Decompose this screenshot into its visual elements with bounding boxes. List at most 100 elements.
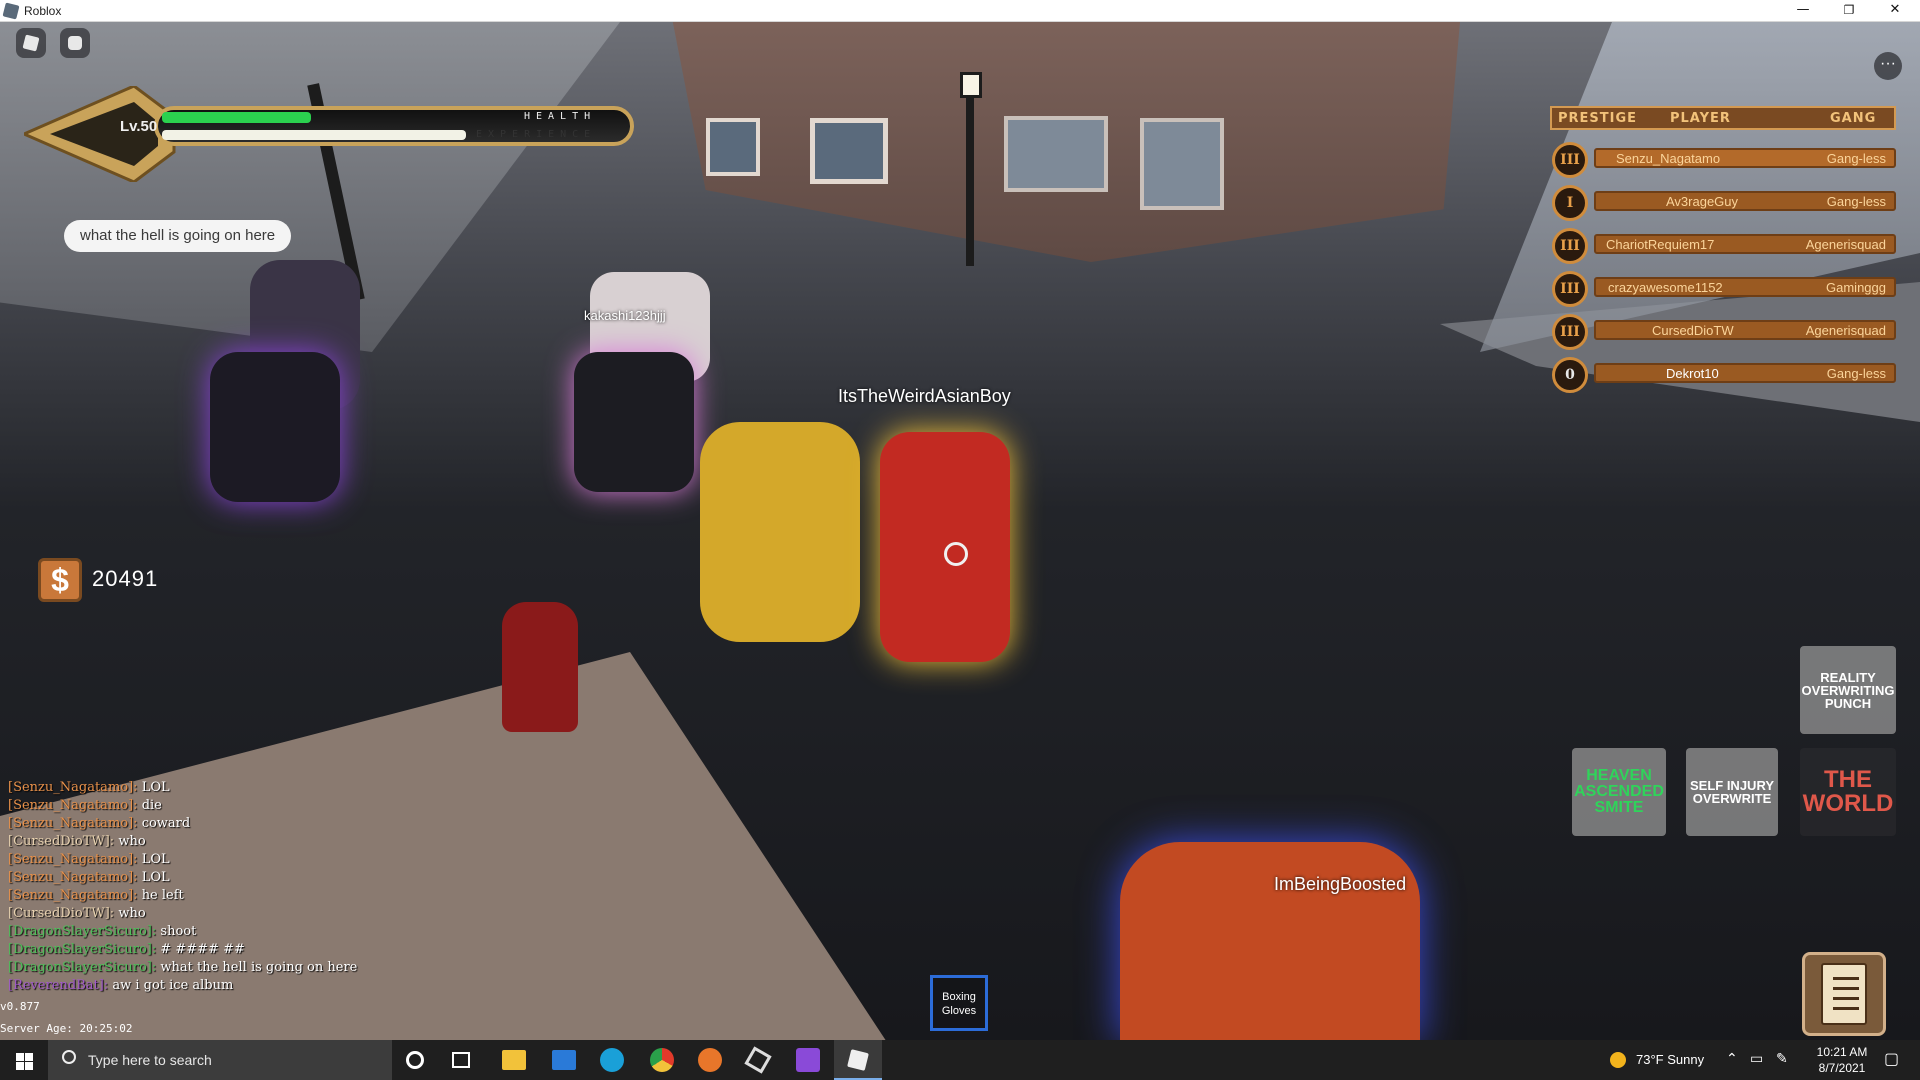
chat-speaker: [Senzu_Nagatamo]: bbox=[8, 780, 138, 795]
close-button[interactable]: ✕ bbox=[1872, 0, 1918, 22]
mail-icon[interactable] bbox=[552, 1050, 576, 1070]
ability-label: THE WORLD bbox=[1802, 766, 1894, 817]
roblox-logo-icon bbox=[2, 2, 20, 20]
leaderboard-bar: Senzu_Nagatamo Gang-less bbox=[1594, 148, 1896, 168]
prestige-badge-icon: 0 bbox=[1552, 357, 1588, 393]
chat-line: [Senzu_Nagatamo]: die bbox=[8, 798, 428, 816]
player-nametag: ImBeingBoosted bbox=[1274, 874, 1407, 894]
roblox-logo-icon bbox=[22, 34, 40, 52]
money-value: 20491 bbox=[92, 566, 159, 591]
chat-speaker: [DragonSlayerSicuro]: bbox=[8, 960, 157, 975]
inventory-slot-boxing-gloves[interactable]: Boxing Gloves bbox=[930, 975, 988, 1031]
chat-line: [CursedDioTW]: who bbox=[8, 906, 428, 924]
chat-message: # #### ## bbox=[160, 942, 245, 957]
player-nametag: ItsTheWeirdAsianBoy bbox=[838, 386, 1011, 406]
edge-icon[interactable] bbox=[600, 1048, 624, 1072]
more-options-button[interactable]: ··· bbox=[1874, 52, 1902, 80]
chat-speaker: [Senzu_Nagatamo]: bbox=[8, 852, 138, 867]
roblox-menu-button[interactable] bbox=[16, 28, 46, 58]
player-name: Av3rageGuy bbox=[1666, 194, 1739, 209]
player-character-kakashi bbox=[574, 352, 694, 492]
chat-line: [DragonSlayerSicuro]: shoot bbox=[8, 924, 428, 942]
inventory-item-label: Boxing Gloves bbox=[941, 991, 977, 1017]
street-lamp-post bbox=[966, 84, 974, 266]
minimize-button[interactable]: — bbox=[1780, 0, 1826, 22]
chevron-up-icon[interactable]: ⌃ bbox=[1726, 1051, 1738, 1067]
chat-message: who bbox=[118, 834, 146, 849]
leaderboard-row[interactable]: 0 Dekrot10 Gang-less bbox=[1552, 357, 1896, 393]
prestige-badge-icon: III bbox=[1552, 314, 1588, 350]
game-viewport[interactable]: ··· HEALTH EXPERIENCE Lv.50 what the hel… bbox=[0, 22, 1920, 1040]
quest-menu-button[interactable] bbox=[1802, 952, 1886, 1036]
file-explorer-icon[interactable] bbox=[502, 1050, 526, 1070]
window-4 bbox=[1140, 118, 1224, 210]
chat-line: [ReverendBat]: aw i got ice album bbox=[8, 978, 428, 996]
roblox-logo-icon bbox=[847, 1049, 869, 1071]
experience-fill bbox=[162, 130, 466, 140]
stand-golden bbox=[700, 422, 860, 642]
pen-icon[interactable]: ✎ bbox=[1776, 1051, 1788, 1067]
weather-sun-icon bbox=[1610, 1052, 1626, 1068]
maximize-button[interactable]: ❐ bbox=[1826, 0, 1872, 22]
unity-icon[interactable] bbox=[744, 1046, 772, 1074]
task-view-icon[interactable] bbox=[452, 1052, 470, 1068]
leaderboard-row[interactable]: III Senzu_Nagatamo Gang-less bbox=[1552, 142, 1896, 178]
taskbar-search[interactable]: Type here to search bbox=[48, 1040, 392, 1080]
ability-self-injury-overwrite-button[interactable]: SELF INJURY OVERWRITE bbox=[1686, 748, 1778, 836]
search-icon bbox=[62, 1050, 76, 1064]
window-title-bar: Roblox — ❐ ✕ bbox=[0, 0, 1920, 22]
health-label: HEALTH bbox=[524, 111, 597, 122]
cortana-icon[interactable] bbox=[406, 1051, 424, 1069]
gang-name: Agenerisquad bbox=[1805, 323, 1886, 338]
ability-label: HEAVEN ASCENDED SMITE bbox=[1574, 767, 1664, 816]
leaderboard-row[interactable]: III ChariotRequiem17 Agenerisquad bbox=[1552, 228, 1896, 264]
blender-icon[interactable] bbox=[698, 1048, 722, 1072]
chat-message: LOL bbox=[141, 852, 170, 867]
header-prestige: PRESTIGE bbox=[1558, 111, 1638, 126]
chat-toggle-button[interactable] bbox=[60, 28, 90, 58]
document-icon bbox=[1821, 963, 1867, 1025]
prestige-badge-icon: III bbox=[1552, 271, 1588, 307]
start-button[interactable] bbox=[0, 1040, 48, 1080]
leaderboard-bar: crazyawesome1152 Gaminggg bbox=[1594, 277, 1896, 297]
chat-message: coward bbox=[141, 816, 191, 831]
chat-line: [DragonSlayerSicuro]: what the hell is g… bbox=[8, 960, 428, 978]
prestige-badge-icon: I bbox=[1552, 185, 1588, 221]
taskbar-clock[interactable]: 10:21 AM 8/7/2021 bbox=[1806, 1044, 1878, 1076]
player-name: CursedDioTW bbox=[1652, 323, 1734, 338]
player-name: Senzu_Nagatamo bbox=[1616, 151, 1721, 166]
chat-speaker: [DragonSlayerSicuro]: bbox=[8, 924, 157, 939]
chrome-icon[interactable] bbox=[650, 1048, 674, 1072]
chat-speaker: [Senzu_Nagatamo]: bbox=[8, 816, 138, 831]
chat-message: what the hell is going on here bbox=[160, 960, 358, 975]
chat-message: LOL bbox=[141, 780, 170, 795]
leaderboard-row[interactable]: I Av3rageGuy Gang-less bbox=[1552, 185, 1896, 221]
clock-date: 8/7/2021 bbox=[1818, 1061, 1866, 1075]
chat-speaker: [Senzu_Nagatamo]: bbox=[8, 798, 138, 813]
ability-reality-overwriting-punch-button[interactable]: REALITY OVERWRITING PUNCH bbox=[1800, 646, 1896, 734]
weather-text[interactable]: 73°F Sunny bbox=[1636, 1052, 1704, 1067]
ability-the-world-button[interactable]: THE WORLD bbox=[1800, 748, 1896, 836]
chat-message: die bbox=[141, 798, 162, 813]
player-character-boosted bbox=[1120, 842, 1420, 1040]
chat-line: [CursedDioTW]: who bbox=[8, 834, 428, 852]
chat-message: shoot bbox=[160, 924, 197, 939]
visual-studio-icon[interactable] bbox=[796, 1048, 820, 1072]
window-2 bbox=[810, 118, 888, 184]
notifications-icon[interactable]: ▢ bbox=[1884, 1049, 1899, 1068]
chat-speaker: [Senzu_Nagatamo]: bbox=[8, 888, 138, 903]
header-gang: GANG bbox=[1830, 111, 1877, 126]
network-icon[interactable]: ▭ bbox=[1750, 1051, 1763, 1067]
health-fill bbox=[162, 112, 311, 123]
server-age-label: Server Age: 20:25:02 bbox=[0, 1022, 133, 1035]
leaderboard-row[interactable]: III crazyawesome1152 Gaminggg bbox=[1552, 271, 1896, 307]
version-label: v0.877 bbox=[0, 1000, 40, 1013]
money-icon: $ bbox=[38, 558, 82, 602]
chat-speaker: [DragonSlayerSicuro]: bbox=[8, 942, 157, 957]
window-3 bbox=[1004, 116, 1108, 192]
roblox-taskbar-button[interactable] bbox=[834, 1040, 882, 1080]
player-name: ChariotRequiem17 bbox=[1606, 237, 1715, 252]
prestige-badge-icon: III bbox=[1552, 142, 1588, 178]
leaderboard-row[interactable]: III CursedDioTW Agenerisquad bbox=[1552, 314, 1896, 350]
ability-heaven-ascended-smite-button[interactable]: HEAVEN ASCENDED SMITE bbox=[1572, 748, 1666, 836]
